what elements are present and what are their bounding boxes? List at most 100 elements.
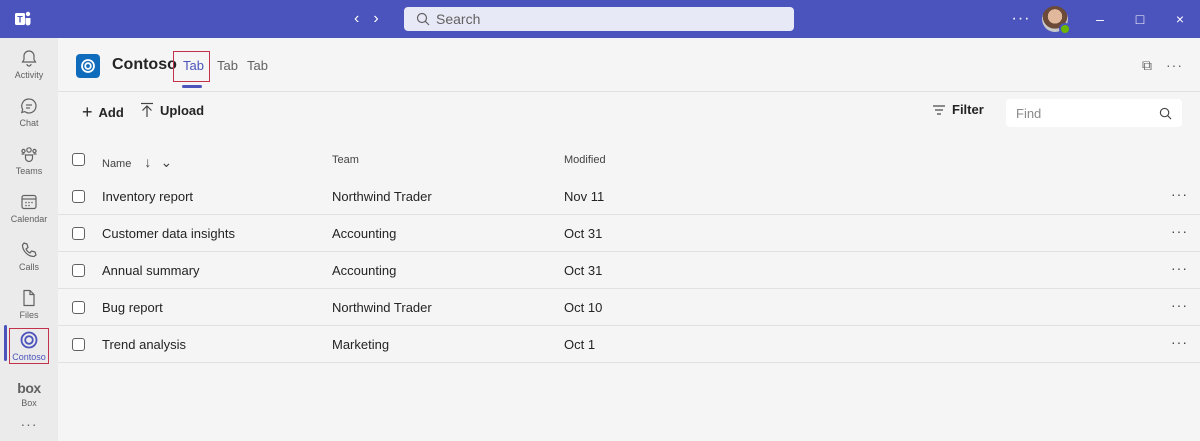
close-button[interactable]: × <box>1160 0 1200 38</box>
tab-2[interactable]: Tab <box>217 58 238 73</box>
cell-team: Marketing <box>332 337 390 352</box>
rail-label: Activity <box>14 70 44 80</box>
sort-descending-icon[interactable]: ↓ <box>144 154 151 170</box>
avatar[interactable] <box>1042 6 1071 35</box>
rail-item-chat[interactable]: Chat <box>0 88 58 136</box>
teams-icon <box>21 147 37 163</box>
upload-button[interactable]: Upload <box>140 102 204 118</box>
tab-3[interactable]: Tab <box>247 58 268 73</box>
cell-name: Annual summary <box>102 263 200 278</box>
row-checkbox[interactable] <box>72 190 85 203</box>
rail-more-apps-button[interactable]: ··· <box>0 410 58 438</box>
title-bar: T ‹ › Search ··· – □ × <box>0 0 1200 38</box>
column-header-team[interactable]: Team <box>332 154 359 166</box>
cell-name: Inventory report <box>102 189 194 204</box>
cell-team: Accounting <box>332 263 397 278</box>
popout-icon[interactable]: ⧉ <box>1142 57 1152 74</box>
filter-button[interactable]: Filter <box>932 102 984 117</box>
rail-label: Calendar <box>10 214 48 224</box>
rail-label: Files <box>19 310 39 320</box>
upload-icon <box>141 102 153 117</box>
chevron-down-icon[interactable]: ⌄ <box>160 154 172 170</box>
row-checkbox[interactable] <box>72 264 85 277</box>
table-row[interactable]: Customer data insights Accounting Oct 31… <box>58 215 1200 252</box>
rail-item-calls[interactable]: Calls <box>0 232 58 280</box>
select-all-checkbox[interactable] <box>72 153 85 166</box>
teams-logo-icon: T <box>15 11 31 26</box>
add-button[interactable]: + Add <box>82 102 124 123</box>
rail-label: Chat <box>19 118 39 128</box>
back-button[interactable]: ‹ <box>354 9 359 29</box>
table-row[interactable]: Inventory report Northwind Trader Nov 11… <box>58 178 1200 215</box>
cell-name: Trend analysis <box>102 337 187 352</box>
box-logo-icon: box <box>17 380 41 396</box>
row-more-button[interactable]: ··· <box>1171 260 1188 276</box>
rail-item-activity[interactable]: Activity <box>0 40 58 88</box>
row-more-button[interactable]: ··· <box>1171 334 1188 350</box>
svg-text:T: T <box>17 15 23 25</box>
maximize-button[interactable]: □ <box>1120 0 1160 38</box>
row-more-button[interactable]: ··· <box>1171 223 1188 239</box>
forward-button[interactable]: › <box>373 9 378 29</box>
file-icon <box>23 289 35 307</box>
find-placeholder: Find <box>1016 105 1042 121</box>
toolbar: + Add Upload Filter Find <box>58 93 1200 131</box>
rail-label: Calls <box>18 262 39 272</box>
minimize-button[interactable]: – <box>1080 0 1120 38</box>
main-content: Contoso Tab Tab Tab ⧉ ··· + Add Upload F… <box>58 38 1200 441</box>
column-name-label: Name <box>102 158 132 170</box>
cell-modified: Oct 1 <box>564 337 596 352</box>
search-placeholder: Search <box>436 11 481 27</box>
row-checkbox[interactable] <box>72 301 85 314</box>
rail-item-teams[interactable]: Teams <box>0 136 58 184</box>
settings-more-button[interactable]: ··· <box>1006 10 1036 28</box>
tab-highlight-box <box>173 51 210 82</box>
find-input[interactable]: Find <box>1006 99 1182 127</box>
row-checkbox[interactable] <box>72 227 85 240</box>
more-icon: ··· <box>20 416 38 432</box>
cell-name: Customer data insights <box>102 226 235 241</box>
rail-item-calendar[interactable]: Calendar <box>0 184 58 232</box>
cell-modified: Oct 31 <box>564 263 603 278</box>
row-more-button[interactable]: ··· <box>1171 297 1188 313</box>
add-label: Add <box>98 105 124 120</box>
plus-icon: + <box>82 102 93 122</box>
filter-icon <box>933 104 945 115</box>
cell-modified: Oct 31 <box>564 226 603 241</box>
presence-available-icon <box>1059 23 1071 35</box>
table-header-row: Name ↓ ⌄ Team Modified <box>58 142 1200 178</box>
phone-icon <box>21 242 37 258</box>
table-row[interactable]: Annual summary Accounting Oct 31 ··· <box>58 252 1200 289</box>
bell-icon <box>21 50 37 67</box>
cell-team: Accounting <box>332 226 397 241</box>
rail-label: Box <box>21 398 37 408</box>
app-rail: Activity Chat Teams Calendar Calls Files… <box>0 38 58 441</box>
rail-item-files[interactable]: Files <box>0 280 58 328</box>
calendar-icon <box>21 194 37 210</box>
active-tab-indicator <box>182 85 202 88</box>
table-row[interactable]: Bug report Northwind Trader Oct 10 ··· <box>58 289 1200 326</box>
row-checkbox[interactable] <box>72 338 85 351</box>
title-right-controls: ··· – □ × <box>1006 0 1200 38</box>
table-row[interactable]: Trend analysis Marketing Oct 1 ··· <box>58 326 1200 363</box>
upload-label: Upload <box>160 102 205 118</box>
cell-team: Northwind Trader <box>332 300 432 315</box>
chat-icon <box>20 98 37 114</box>
column-header-name[interactable]: Name ↓ ⌄ <box>102 154 172 171</box>
app-header: Contoso Tab Tab Tab ⧉ ··· <box>58 38 1200 92</box>
column-header-modified[interactable]: Modified <box>564 154 606 166</box>
search-input[interactable]: Search <box>404 7 794 31</box>
cell-name: Bug report <box>102 300 163 315</box>
contoso-highlight-box <box>9 328 49 364</box>
contoso-app-logo-icon <box>76 54 100 78</box>
rail-label: Teams <box>15 166 43 176</box>
cell-modified: Nov 11 <box>564 189 605 204</box>
search-icon <box>416 12 430 26</box>
row-more-button[interactable]: ··· <box>1171 186 1188 202</box>
history-nav: ‹ › <box>354 9 394 29</box>
filter-label: Filter <box>952 102 984 117</box>
app-more-button[interactable]: ··· <box>1166 57 1183 73</box>
files-table: Name ↓ ⌄ Team Modified Inventory report … <box>58 142 1200 363</box>
cell-modified: Oct 10 <box>564 300 603 315</box>
app-title: Contoso <box>112 56 177 73</box>
